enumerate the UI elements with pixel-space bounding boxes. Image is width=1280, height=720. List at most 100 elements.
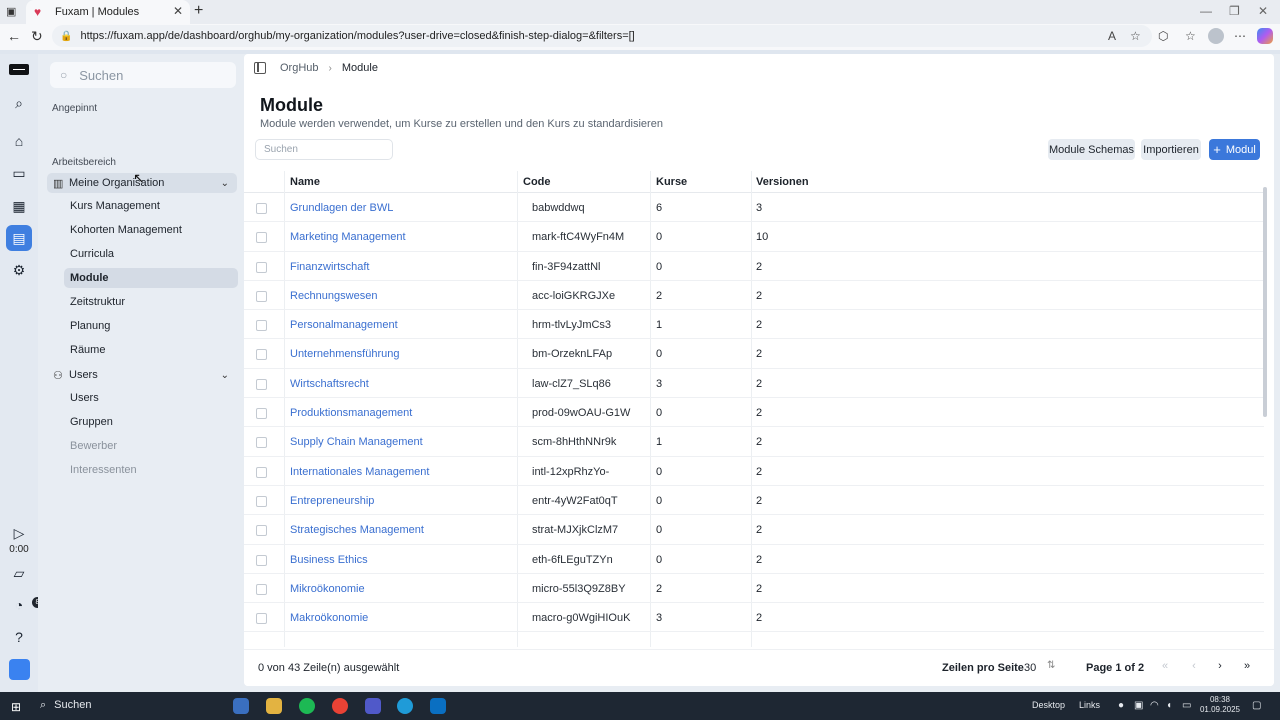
next-page-icon[interactable]: ›: [1210, 656, 1230, 676]
module-schemas-button[interactable]: Module Schemas: [1048, 139, 1135, 160]
column-header-code[interactable]: Code: [523, 176, 551, 188]
app-logo[interactable]: [9, 64, 29, 75]
help-icon[interactable]: ?: [11, 629, 27, 645]
module-name-link[interactable]: Personalmanagement: [290, 319, 398, 331]
table-row[interactable]: Grundlagen der BWL babwddwq 6 3: [244, 193, 1264, 223]
read-aloud-icon[interactable]: A: [1108, 29, 1116, 43]
row-checkbox[interactable]: [256, 554, 267, 566]
table-row[interactable]: Personalmanagement hrm-tlvLyJmCs3 1 2: [244, 310, 1264, 340]
url-field[interactable]: 🔒 https://fuxam.app/de/dashboard/orghub/…: [52, 25, 1152, 47]
module-name-link[interactable]: Strategisches Management: [290, 524, 424, 536]
sidebar-group-users[interactable]: ⚇ Users ⌄: [47, 365, 237, 385]
new-tab-icon[interactable]: +: [194, 2, 203, 20]
play-icon[interactable]: ▷: [11, 525, 27, 541]
windows-start-icon[interactable]: ⊞: [11, 700, 21, 714]
table-row[interactable]: Strategisches Management strat-MJXjkClzM7…: [244, 515, 1264, 545]
row-checkbox[interactable]: [256, 349, 267, 361]
table-search-input[interactable]: Suchen: [255, 139, 393, 160]
table-row[interactable]: Makroökonomie macro-g0WgiHIOuK 3 2: [244, 603, 1264, 633]
module-name-link[interactable]: Internationales Management: [290, 466, 429, 478]
row-checkbox[interactable]: [256, 525, 267, 537]
table-row[interactable]: Marketing Management mark-ftC4WyFn4M 0 10: [244, 222, 1264, 252]
favorites-icon[interactable]: ☆: [1185, 29, 1196, 43]
sidebar-toggle-icon[interactable]: [254, 62, 266, 74]
sidebar-item-users[interactable]: Users: [64, 388, 238, 408]
sidebar-item-raeume[interactable]: Räume: [64, 340, 238, 360]
row-checkbox[interactable]: [256, 437, 267, 449]
table-scrollbar[interactable]: [1263, 187, 1267, 417]
minimize-icon[interactable]: —: [1200, 4, 1212, 18]
module-name-link[interactable]: Rechnungswesen: [290, 290, 377, 302]
module-name-link[interactable]: Entrepreneurship: [290, 495, 374, 507]
desktop-label[interactable]: Desktop: [1032, 700, 1065, 710]
edge-icon[interactable]: [397, 698, 413, 714]
volume-icon[interactable]: ◖: [1166, 700, 1172, 711]
row-checkbox[interactable]: [256, 232, 267, 244]
module-name-link[interactable]: Produktionsmanagement: [290, 407, 412, 419]
sidebar-item-kurs-management[interactable]: Kurs Management: [64, 196, 238, 216]
sidebar-item-planung[interactable]: Planung: [64, 316, 238, 336]
table-row[interactable]: Finanzwirtschaft fin-3F94zattNl 0 2: [244, 252, 1264, 281]
module-name-link[interactable]: Supply Chain Management: [290, 436, 423, 448]
module-name-link[interactable]: Makroökonomie: [290, 612, 368, 624]
favorite-star-icon[interactable]: ☆: [1130, 29, 1141, 43]
module-name-link[interactable]: Business Ethics: [290, 554, 368, 566]
notification-center-icon[interactable]: ▢: [1252, 700, 1261, 711]
maximize-icon[interactable]: ❐: [1229, 4, 1240, 18]
taskbar-search[interactable]: ⌕ Suchen: [40, 699, 91, 712]
more-icon[interactable]: ⋯: [1234, 29, 1246, 43]
spotify-icon[interactable]: [299, 698, 315, 714]
prev-page-icon[interactable]: ‹: [1184, 656, 1204, 676]
row-checkbox[interactable]: [256, 495, 267, 507]
browser-tab[interactable]: ♥ Fuxam | Modules ✕: [26, 0, 190, 24]
row-checkbox[interactable]: [256, 613, 267, 625]
microphone-icon[interactable]: ●: [1118, 700, 1124, 711]
chat-icon[interactable]: ▭: [11, 165, 27, 181]
reload-icon[interactable]: ↻: [31, 28, 43, 45]
teams-icon[interactable]: [365, 698, 381, 714]
workspace-square-icon[interactable]: [9, 659, 30, 680]
table-row[interactable]: Rechnungswesen acc-loiGKRGJXe 2 2: [244, 281, 1264, 311]
table-row[interactable]: Produktionsmanagement prod-09wOAU-G1W 0 2: [244, 398, 1264, 428]
add-module-button[interactable]: + Modul: [1209, 139, 1260, 160]
window-close-icon[interactable]: ✕: [1258, 4, 1268, 18]
camera-icon[interactable]: ▣: [1134, 700, 1143, 711]
row-checkbox[interactable]: [256, 290, 267, 302]
sidebar-item-module[interactable]: Module: [64, 268, 238, 288]
extensions-icon[interactable]: ⬡: [1158, 29, 1168, 43]
row-checkbox[interactable]: [256, 583, 267, 595]
row-checkbox[interactable]: [256, 408, 267, 420]
table-row[interactable]: Unternehmensführung bm-OrzeknLFAp 0 2: [244, 339, 1264, 369]
table-row[interactable]: Wirtschaftsrecht law-clZ7_SLq86 3 2: [244, 369, 1264, 399]
sidebar-search-input[interactable]: ○ Suchen: [50, 62, 236, 88]
table-row[interactable]: Internationales Management intl-12xpRhzYo…: [244, 457, 1264, 486]
table-row[interactable]: Supply Chain Management scm-8hHthNNr9k 1 2: [244, 427, 1264, 457]
column-header-name[interactable]: Name: [290, 176, 320, 188]
row-checkbox[interactable]: [256, 320, 267, 332]
file-explorer-icon[interactable]: [266, 698, 282, 714]
row-checkbox[interactable]: [256, 203, 267, 214]
module-name-link[interactable]: Mikroökonomie: [290, 583, 365, 595]
wifi-icon[interactable]: ◠: [1150, 700, 1159, 711]
orghub-icon[interactable]: ▤: [6, 225, 32, 251]
home-icon[interactable]: ⌂: [11, 133, 27, 149]
sidebar-item-curricula[interactable]: Curricula: [64, 244, 238, 264]
notifications-icon[interactable]: ◔8: [11, 597, 43, 613]
settings-gear-icon[interactable]: ⚙: [11, 262, 27, 278]
column-header-kurse[interactable]: Kurse: [656, 176, 687, 188]
row-checkbox[interactable]: [256, 261, 267, 273]
module-name-link[interactable]: Marketing Management: [290, 231, 406, 243]
first-page-icon[interactable]: «: [1155, 656, 1175, 676]
row-checkbox[interactable]: [256, 378, 267, 390]
module-name-link[interactable]: Wirtschaftsrecht: [290, 378, 369, 390]
table-row[interactable]: Entrepreneurship entr-4yW2Fat0qT 0 2: [244, 486, 1264, 516]
tab-close-icon[interactable]: ✕: [173, 4, 183, 18]
sidebar-item-bewerber[interactable]: Bewerber: [64, 436, 238, 456]
outlook-icon[interactable]: [430, 698, 446, 714]
sidebar-item-kohorten-management[interactable]: Kohorten Management: [64, 220, 238, 240]
calendar-icon[interactable]: ▦: [11, 198, 27, 214]
chrome-icon[interactable]: [332, 698, 348, 714]
column-header-versionen[interactable]: Versionen: [756, 176, 809, 188]
module-name-link[interactable]: Grundlagen der BWL: [290, 202, 393, 214]
module-name-link[interactable]: Unternehmensführung: [290, 348, 399, 360]
